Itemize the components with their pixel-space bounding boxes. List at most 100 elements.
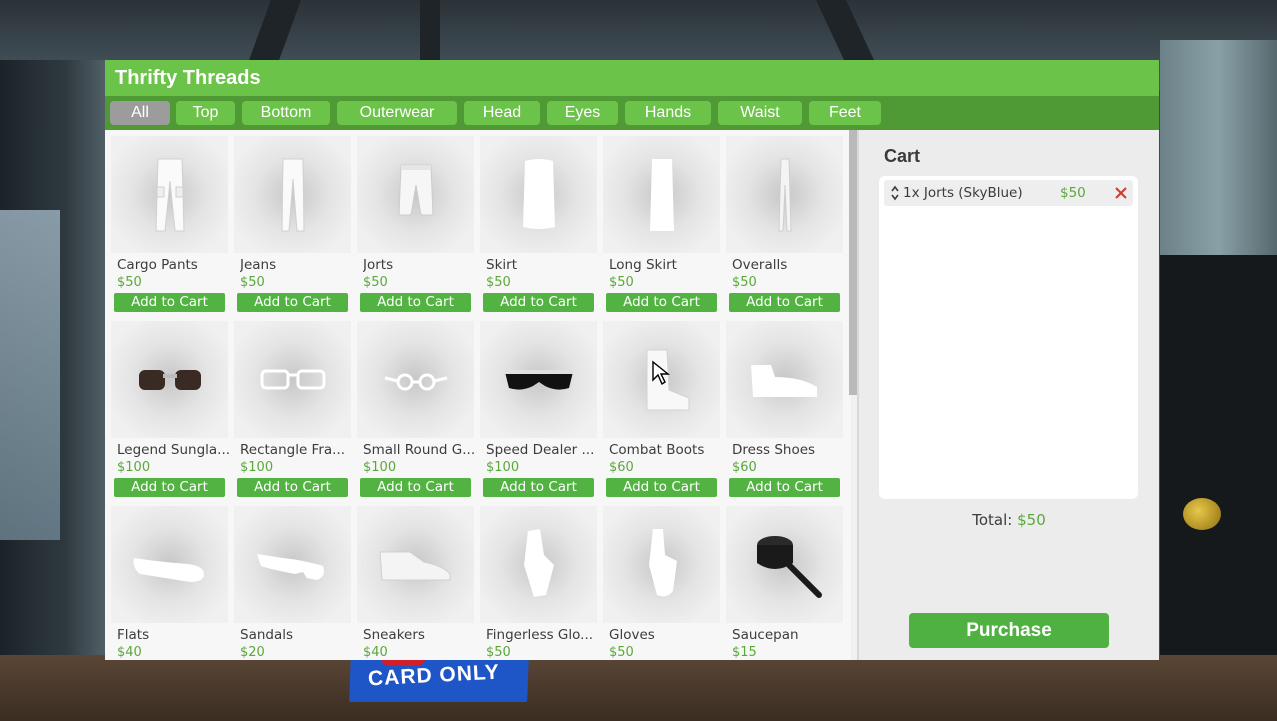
add-to-cart-button[interactable]: Add to Cart (114, 478, 225, 497)
tab-top[interactable]: Top (176, 101, 235, 125)
tab-feet[interactable]: Feet (809, 101, 881, 125)
item-name: Sandals (240, 627, 294, 643)
cargo-pants-icon (111, 136, 228, 253)
item-name: Cargo Pants (117, 257, 198, 273)
item-price: $40 (363, 645, 388, 660)
shop-window: Thrifty Threads All Top Bottom Outerwear… (105, 60, 1159, 660)
item-price: $15 (732, 645, 757, 660)
tab-outerwear[interactable]: Outerwear (337, 101, 457, 125)
item-name: Jeans (240, 257, 277, 273)
item-grid: Cargo Pants $50 Add to Cart Jeans $50 Ad… (105, 130, 851, 660)
item-price: $100 (117, 460, 151, 475)
add-to-cart-button[interactable]: Add to Cart (237, 293, 348, 312)
add-to-cart-button[interactable]: Add to Cart (360, 293, 471, 312)
add-to-cart-button[interactable]: Add to Cart (237, 478, 348, 497)
remove-item-icon[interactable] (1114, 186, 1128, 200)
shop-header: Thrifty Threads (105, 60, 1159, 96)
add-to-cart-button[interactable]: Add to Cart (729, 293, 840, 312)
shop-title: Thrifty Threads (115, 67, 261, 89)
tab-bottom[interactable]: Bottom (242, 101, 330, 125)
item-name: Speed Dealer ... (486, 442, 595, 458)
item-name: Legend Sungla... (117, 442, 229, 458)
add-to-cart-button[interactable]: Add to Cart (114, 293, 225, 312)
tab-eyes[interactable]: Eyes (547, 101, 618, 125)
item-card: Rectangle Fra... $100 Add to Cart (234, 321, 351, 504)
small-round-glasses-icon (357, 321, 474, 438)
cart-item-price: $50 (1060, 185, 1086, 201)
sneakers-icon (357, 506, 474, 623)
jeans-icon (234, 136, 351, 253)
floor (0, 655, 1277, 721)
item-price: $50 (240, 275, 265, 290)
overalls-icon (726, 136, 843, 253)
item-name: Rectangle Fra... (240, 442, 346, 458)
item-card: Flats $40 Add to Cart (111, 506, 228, 660)
item-card: Saucepan $15 Add to Cart (726, 506, 843, 660)
add-to-cart-button[interactable]: Add to Cart (606, 293, 717, 312)
add-to-cart-button[interactable]: Add to Cart (483, 478, 594, 497)
tab-head[interactable]: Head (464, 101, 540, 125)
total-label: Total: (972, 511, 1013, 529)
item-name: Skirt (486, 257, 517, 273)
cart-total: Total: $50 (859, 511, 1159, 529)
gloves-icon (603, 506, 720, 623)
item-name: Gloves (609, 627, 655, 643)
item-price: $50 (609, 645, 634, 660)
item-price: $100 (363, 460, 397, 475)
item-name: Jorts (363, 257, 394, 273)
quantity-stepper-icon[interactable] (890, 185, 900, 201)
add-to-cart-button[interactable]: Add to Cart (360, 478, 471, 497)
item-card: Legend Sungla... $100 Add to Cart (111, 321, 229, 504)
item-price: $50 (486, 275, 511, 290)
item-card: Combat Boots $60 Add to Cart (603, 321, 720, 504)
purchase-button[interactable]: Purchase (909, 613, 1109, 648)
ceiling-beam (420, 0, 440, 60)
item-name: Fingerless Glo... (486, 627, 594, 643)
item-card: Dress Shoes $60 Add to Cart (726, 321, 843, 504)
item-name: Long Skirt (609, 257, 677, 273)
category-tab-bar: All Top Bottom Outerwear Head Eyes Hands… (105, 96, 1159, 130)
add-to-cart-button[interactable]: Add to Cart (729, 478, 840, 497)
item-name: Combat Boots (609, 442, 705, 458)
cart-item: 1x Jorts (SkyBlue) $50 (884, 180, 1133, 206)
item-price: $100 (240, 460, 274, 475)
item-price: $50 (486, 645, 511, 660)
flats-icon (111, 506, 228, 623)
item-name: Sneakers (363, 627, 425, 643)
total-value: $50 (1017, 511, 1046, 529)
item-price: $60 (609, 460, 634, 475)
item-name: Saucepan (732, 627, 799, 643)
saucepan-icon (726, 506, 843, 623)
dress-shoes-icon (726, 321, 843, 438)
item-name: Small Round G... (363, 442, 475, 458)
cart-title: Cart (884, 146, 921, 166)
item-price: $60 (732, 460, 757, 475)
speed-dealer-glasses-icon (480, 321, 597, 438)
sandals-icon (234, 506, 351, 623)
item-grid-scrollbar[interactable] (849, 130, 857, 395)
fingerless-gloves-icon (480, 506, 597, 623)
item-price: $50 (363, 275, 388, 290)
item-name: Overalls (732, 257, 788, 273)
door-knob (1183, 498, 1221, 530)
item-price: $100 (486, 460, 520, 475)
item-card: Long Skirt $50 Add to Cart (603, 136, 720, 319)
tab-waist[interactable]: Waist (718, 101, 802, 125)
add-to-cart-button[interactable]: Add to Cart (606, 478, 717, 497)
item-name: Flats (117, 627, 150, 643)
item-card: Gloves $50 Add to Cart (603, 506, 720, 660)
item-card: Jorts $50 Add to Cart (357, 136, 474, 319)
item-card: Skirt $50 Add to Cart (480, 136, 597, 319)
tab-hands[interactable]: Hands (625, 101, 711, 125)
add-to-cart-button[interactable]: Add to Cart (483, 293, 594, 312)
item-price: $20 (240, 645, 265, 660)
item-card: Fingerless Glo... $50 Add to Cart (480, 506, 597, 660)
item-card: Small Round G... $100 Add to Cart (357, 321, 475, 504)
cart-items-list: 1x Jorts (SkyBlue) $50 (879, 176, 1138, 499)
rectangle-frames-icon (234, 321, 351, 438)
tab-all[interactable]: All (110, 101, 170, 125)
jorts-icon (357, 136, 474, 253)
item-price: $50 (117, 275, 142, 290)
item-card: Overalls $50 Add to Cart (726, 136, 843, 319)
left-window (0, 210, 60, 540)
